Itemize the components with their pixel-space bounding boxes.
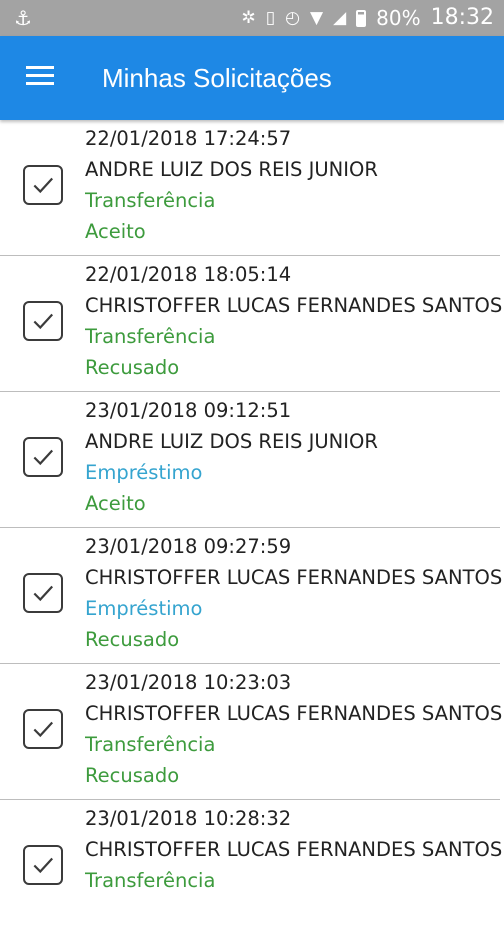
check-icon [33, 449, 54, 466]
checkbox[interactable] [23, 709, 63, 749]
app-bar: Minhas Solicitações [0, 36, 504, 120]
request-name: ANDRE LUIZ DOS REIS JUNIOR [85, 158, 378, 181]
status-icons: ✲ ▯ ◴ ▼ ◢ 80% 18:32 [242, 0, 494, 36]
request-details: 23/01/2018 09:27:59 CHRISTOFFER LUCAS FER… [85, 531, 504, 655]
request-name: ANDRE LUIZ DOS REIS JUNIOR [85, 430, 378, 453]
request-type: Transferência [85, 325, 216, 348]
request-name: CHRISTOFFER LUCAS FERNANDES SANTOS [85, 294, 503, 317]
battery-icon [356, 9, 367, 27]
request-datetime: 23/01/2018 10:23:03 [85, 671, 292, 694]
request-type: Transferência [85, 189, 216, 212]
checkbox[interactable] [23, 301, 63, 341]
usb-icon: ⚓︎ [14, 6, 32, 30]
request-status: Recusado [85, 356, 180, 379]
request-list: 22/01/2018 17:24:57 ANDRE LUIZ DOS REIS J… [0, 120, 504, 936]
signal-icon: ◢ [333, 8, 347, 28]
list-item[interactable]: 23/01/2018 10:23:03 CHRISTOFFER LUCAS FER… [0, 664, 502, 800]
request-status [85, 896, 504, 927]
request-type: Empréstimo [85, 461, 203, 484]
request-details: 22/01/2018 17:24:57 ANDRE LUIZ DOS REIS J… [85, 123, 504, 247]
list-item[interactable]: 23/01/2018 10:28:32 CHRISTOFFER LUCAS FER… [0, 800, 502, 936]
page-title: Minhas Solicitações [102, 63, 332, 93]
status-bar: ⚓︎ ✲ ▯ ◴ ▼ ◢ 80% 18:32 [0, 0, 504, 36]
check-icon [33, 721, 54, 738]
checkbox[interactable] [23, 437, 63, 477]
request-name: CHRISTOFFER LUCAS FERNANDES SANTOS [85, 702, 503, 725]
request-details: 23/01/2018 10:28:32 CHRISTOFFER LUCAS FER… [85, 803, 504, 927]
bluetooth-icon: ✲ [241, 8, 256, 28]
request-datetime: 22/01/2018 17:24:57 [85, 127, 292, 150]
request-type: Transferência [85, 733, 216, 756]
request-type: Transferência [85, 869, 216, 892]
hamburger-menu-icon[interactable] [26, 66, 54, 86]
wifi-icon: ▼ [309, 8, 324, 28]
request-details: 22/01/2018 18:05:14 CHRISTOFFER LUCAS FER… [85, 259, 504, 383]
list-item[interactable]: 22/01/2018 17:24:57 ANDRE LUIZ DOS REIS J… [0, 120, 500, 256]
request-details: 23/01/2018 09:12:51 ANDRE LUIZ DOS REIS J… [85, 395, 504, 519]
list-item[interactable]: 23/01/2018 09:12:51 ANDRE LUIZ DOS REIS J… [0, 392, 500, 528]
request-datetime: 22/01/2018 18:05:14 [85, 263, 292, 286]
vibrate-icon: ▯ [265, 8, 276, 28]
request-status: Aceito [85, 220, 146, 243]
check-icon [33, 313, 54, 330]
check-icon [33, 857, 54, 874]
request-status: Recusado [85, 628, 180, 651]
request-name: CHRISTOFFER LUCAS FERNANDES SANTOS [85, 838, 503, 861]
checkbox[interactable] [23, 845, 63, 885]
list-item[interactable]: 22/01/2018 18:05:14 CHRISTOFFER LUCAS FER… [0, 256, 502, 392]
request-datetime: 23/01/2018 09:27:59 [85, 535, 292, 558]
clock: 18:32 [430, 5, 494, 30]
request-datetime: 23/01/2018 10:28:32 [85, 807, 292, 830]
check-icon [33, 177, 54, 194]
list-item[interactable]: 23/01/2018 09:27:59 CHRISTOFFER LUCAS FER… [0, 528, 502, 664]
request-datetime: 23/01/2018 09:12:51 [85, 399, 292, 422]
checkbox[interactable] [23, 165, 63, 205]
request-details: 23/01/2018 10:23:03 CHRISTOFFER LUCAS FER… [85, 667, 504, 791]
check-icon [33, 585, 54, 602]
request-name: CHRISTOFFER LUCAS FERNANDES SANTOS [85, 566, 503, 589]
request-status: Recusado [85, 764, 180, 787]
request-type: Empréstimo [85, 597, 203, 620]
alarm-icon: ◴ [285, 8, 300, 28]
checkbox[interactable] [23, 573, 63, 613]
request-status: Aceito [85, 492, 146, 515]
battery-percent: 80% [376, 6, 421, 30]
